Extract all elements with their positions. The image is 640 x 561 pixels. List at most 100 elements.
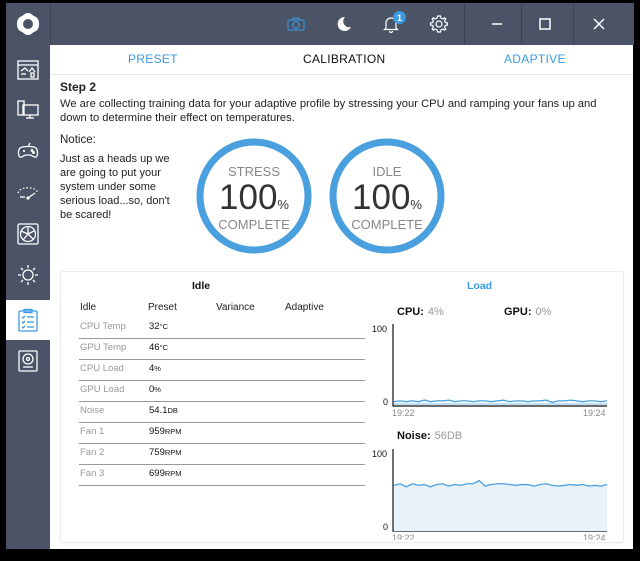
sidebar-item-calibration[interactable] — [6, 300, 50, 340]
row-label: GPU Load — [80, 384, 125, 395]
cpu-value: 4% — [427, 306, 444, 318]
table-row: Noise 54.1DB — [79, 401, 365, 423]
sidebar-item-fan[interactable] — [6, 215, 50, 253]
load-panel-title: Load — [467, 280, 493, 292]
gamepad-icon — [17, 142, 39, 158]
gpu-load-readout: GPU: 0% — [504, 306, 551, 318]
sidebar — [6, 3, 50, 549]
minimize-icon — [492, 23, 502, 25]
results-panel: Idle Load Idle Preset Variance Adaptive … — [60, 271, 624, 543]
notice-body: Just as a heads up we are going to put y… — [60, 153, 170, 221]
row-value-unit: % — [154, 364, 161, 373]
noise-y-min: 0 — [383, 522, 389, 532]
row-value-unit: RPM — [164, 448, 182, 457]
sidebar-item-lighting[interactable] — [6, 256, 50, 294]
stress-label: STRESS — [227, 164, 280, 179]
load-y-min: 0 — [383, 397, 389, 407]
cpu-label: CPU: — [397, 306, 424, 318]
row-value-number: 46 — [149, 342, 160, 353]
noise-x-end: 19:24 — [583, 533, 606, 540]
row-label: Noise — [80, 405, 105, 416]
table-row: GPU Temp 46°C — [79, 338, 365, 360]
row-value-unit: RPM — [164, 427, 182, 436]
column-header-variance: Variance — [216, 302, 255, 313]
row-value-unit: °C — [159, 322, 168, 331]
cpu-series-line — [393, 399, 608, 404]
sidebar-item-performance[interactable] — [6, 173, 50, 211]
maximize-icon — [539, 18, 551, 30]
gpu-label: GPU: — [504, 306, 532, 318]
maximize-button[interactable] — [525, 3, 565, 45]
row-label: GPU Temp — [80, 342, 127, 353]
gear-icon — [429, 15, 449, 33]
tab-adaptive[interactable]: ADAPTIVE — [504, 52, 566, 66]
row-value-number: 759 — [149, 447, 165, 458]
main-content: PRESET CALIBRATION ADAPTIVE Step 2 We ar… — [50, 45, 633, 549]
noise-label: Noise: — [397, 430, 431, 442]
app-logo[interactable] — [6, 3, 50, 45]
row-value-number: 699 — [149, 468, 165, 479]
cpu-load-readout: CPU: 4% — [397, 306, 444, 318]
sidebar-item-system-monitor[interactable] — [6, 91, 50, 129]
row-value-number: 959 — [149, 426, 165, 437]
fan-icon — [17, 223, 39, 245]
idle-panel-title: Idle — [192, 280, 211, 292]
row-label: Fan 2 — [80, 447, 105, 458]
notification-badge: 1 — [393, 11, 406, 24]
load-y-max: 100 — [372, 324, 388, 334]
row-value: 959RPM — [149, 426, 182, 437]
title-bar: 1 — [50, 3, 634, 45]
row-label: CPU Load — [80, 363, 124, 374]
row-value-number: 32 — [149, 321, 160, 332]
screenshot-button[interactable] — [276, 3, 316, 45]
row-value-unit: DB — [167, 406, 178, 415]
table-row: Fan 2 759RPM — [79, 443, 365, 465]
row-value-unit: RPM — [164, 469, 182, 478]
row-value: 759RPM — [149, 447, 182, 458]
idle-value: 100% — [327, 178, 447, 218]
load-x-end: 19:24 — [583, 408, 606, 418]
monitor-icon — [17, 100, 39, 119]
table-row: Fan 3 699RPM — [79, 464, 365, 486]
row-label: Fan 3 — [80, 468, 105, 479]
idle-percent: 100 — [352, 178, 411, 217]
table-row: CPU Load 4% — [79, 359, 365, 381]
close-button[interactable] — [579, 3, 619, 45]
noise-readout: Noise: 56DB — [397, 430, 462, 442]
load-x-start: 19:22 — [392, 408, 415, 418]
stress-value: 100% — [194, 178, 314, 218]
sidebar-item-storage[interactable] — [6, 342, 50, 380]
camera-icon — [287, 17, 305, 31]
row-value: 46°C — [149, 342, 168, 353]
hard-drive-icon — [18, 350, 38, 372]
column-header-idle: Idle — [80, 302, 97, 313]
night-mode-button[interactable] — [324, 3, 364, 45]
row-value: 699RPM — [149, 468, 182, 479]
tab-calibration[interactable]: CALIBRATION — [303, 52, 385, 66]
column-header-adaptive: Adaptive — [285, 302, 324, 313]
row-value: 0% — [149, 384, 161, 395]
noise-y-max: 100 — [372, 449, 388, 459]
idle-progress-ring: IDLE 100% COMPLETE — [327, 136, 447, 256]
stress-status: COMPLETE — [218, 217, 290, 232]
settings-button[interactable] — [419, 3, 459, 45]
notifications-button[interactable]: 1 — [371, 3, 411, 45]
row-label: Fan 1 — [80, 426, 105, 437]
moon-icon — [337, 16, 351, 31]
idle-label: IDLE — [372, 164, 402, 179]
minimize-button[interactable] — [477, 3, 517, 45]
idle-status: COMPLETE — [351, 217, 423, 232]
sidebar-item-dashboard[interactable] — [6, 51, 50, 89]
tab-preset[interactable]: PRESET — [128, 52, 178, 66]
row-label: CPU Temp — [80, 321, 126, 332]
noise-x-start: 19:22 — [392, 533, 415, 540]
row-value-number: 54.1 — [149, 405, 168, 416]
clipboard-checklist-icon — [18, 308, 38, 332]
noise-value: 56DB — [434, 430, 463, 442]
mode-tabs: PRESET CALIBRATION ADAPTIVE — [50, 45, 633, 75]
noise-area — [394, 480, 607, 531]
sidebar-item-gaming[interactable] — [6, 132, 50, 170]
stress-percent-unit: % — [277, 197, 289, 212]
step-title: Step 2 — [60, 80, 97, 94]
row-value: 54.1DB — [149, 405, 178, 416]
